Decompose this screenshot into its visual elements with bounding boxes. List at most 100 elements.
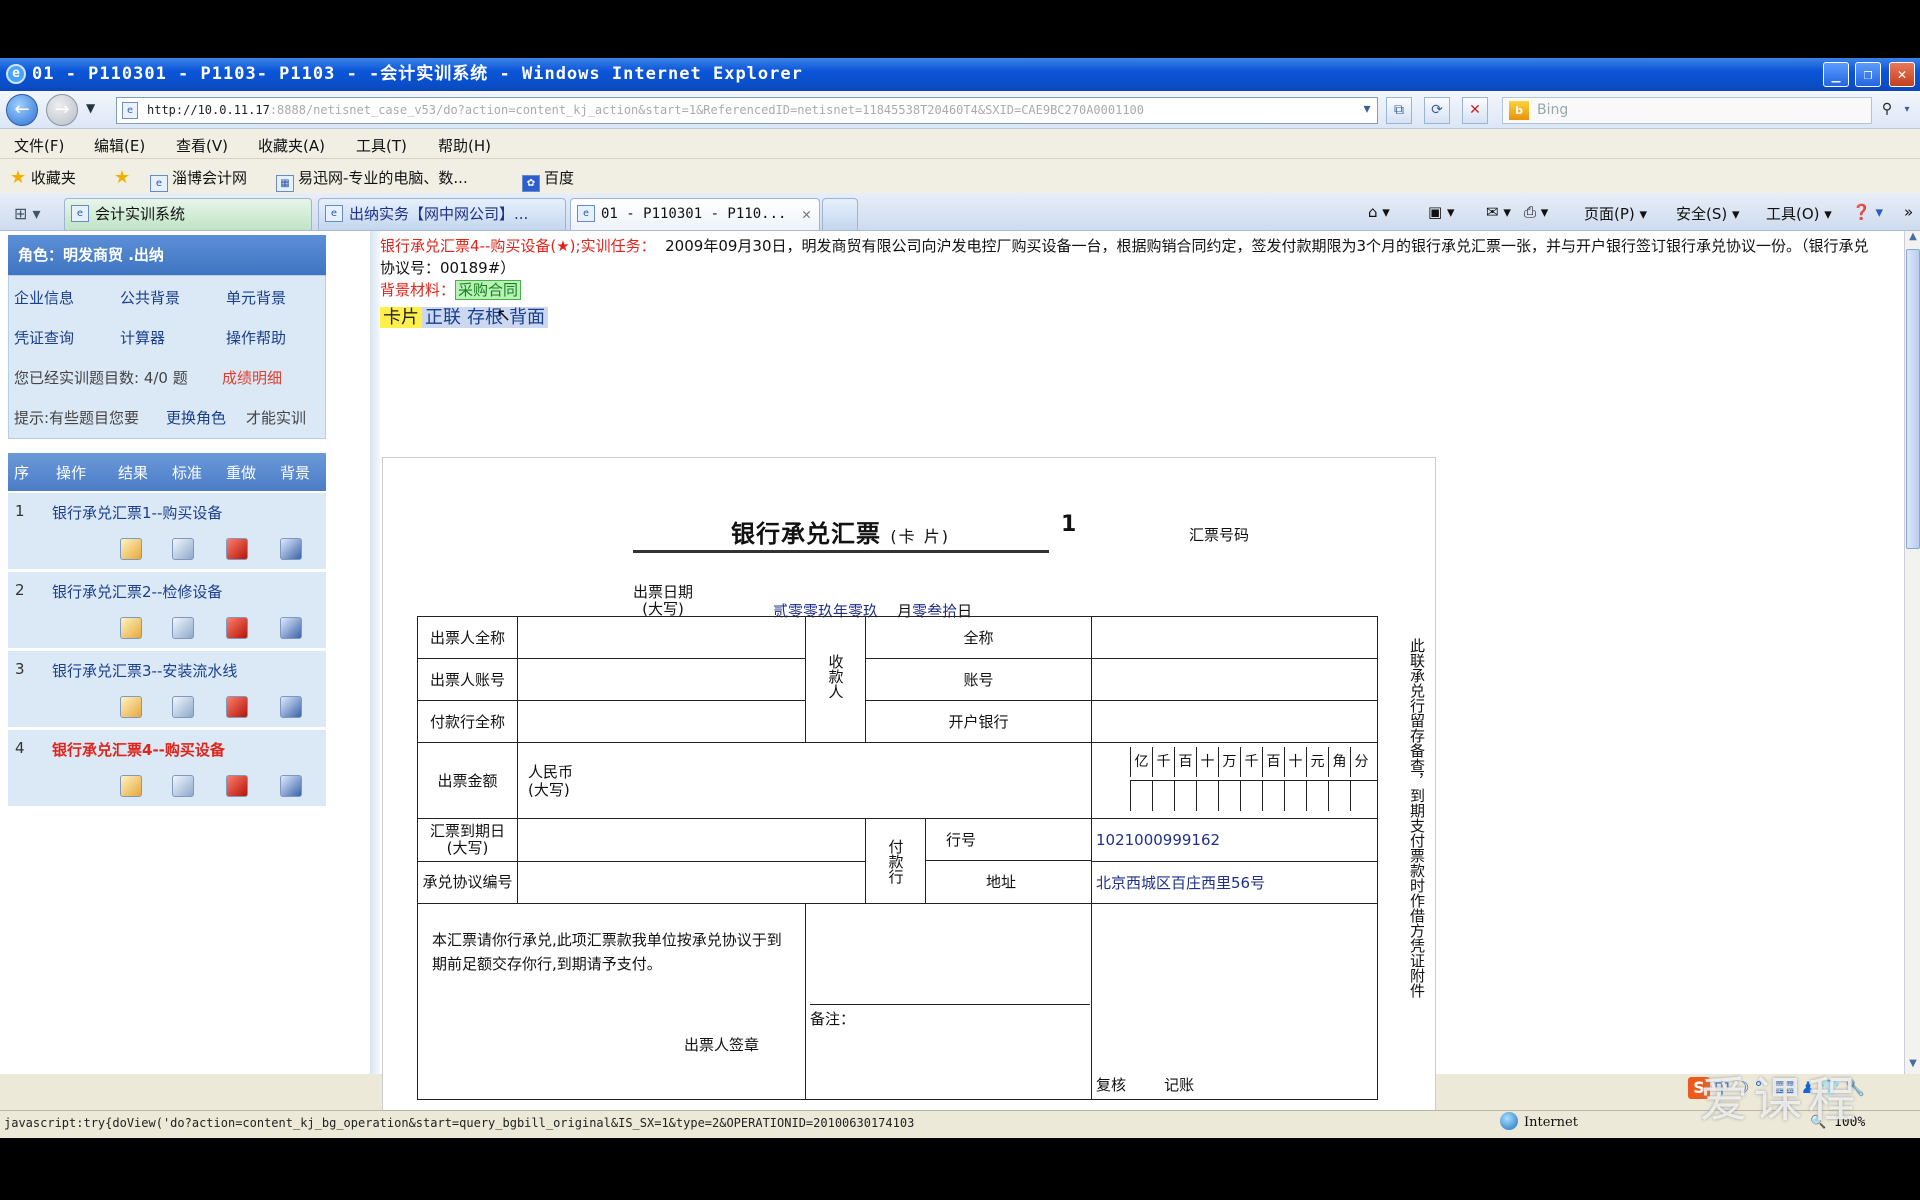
- address-field[interactable]: e http://10.0.11.17:8888/netisnet_case_v…: [116, 97, 1378, 124]
- zone-indicator: Internet: [1500, 1111, 1578, 1135]
- print-icon[interactable]: ⎙ ▾: [1524, 203, 1548, 221]
- due-date-field[interactable]: [517, 818, 866, 862]
- task-name[interactable]: 银行承兑汇票3--安装流水线: [52, 660, 237, 681]
- rmb-label: 人民币: [528, 762, 574, 781]
- link-help[interactable]: 操作帮助: [226, 327, 286, 348]
- history-dropdown-icon[interactable]: ▼: [86, 101, 95, 115]
- redo-icon[interactable]: [226, 538, 248, 560]
- address-value[interactable]: 北京西城区百庄西里56号: [1091, 860, 1378, 904]
- tab-current[interactable]: e 01 - P110301 - P110... ✕: [570, 198, 820, 230]
- link-company-info[interactable]: 企业信息: [14, 287, 74, 308]
- tab-cashier[interactable]: e 出纳实务【网中网公司】...: [318, 198, 566, 230]
- contract-link[interactable]: 采购合同: [455, 280, 522, 300]
- task-name[interactable]: 银行承兑汇票1--购买设备: [52, 502, 222, 523]
- standard-icon[interactable]: [172, 617, 194, 639]
- result-icon[interactable]: [120, 617, 142, 639]
- quick-tabs-icon[interactable]: ⊞ ▾: [14, 204, 41, 223]
- link-calculator[interactable]: 计算器: [120, 327, 165, 348]
- tools-menu[interactable]: 工具(O) ▾: [1766, 203, 1832, 224]
- menu-favorites[interactable]: 收藏夹(A): [258, 135, 325, 156]
- panel-splitter[interactable]: [370, 231, 380, 1074]
- drawer-name-field[interactable]: [517, 616, 806, 659]
- amount-digits[interactable]: 亿千百十万千百十元角分: [1091, 742, 1378, 819]
- task-row[interactable]: 2 银行承兑汇票2--检修设备: [8, 572, 326, 650]
- forward-button[interactable]: →: [46, 94, 78, 126]
- new-tab-button[interactable]: [822, 198, 858, 230]
- result-icon[interactable]: [120, 538, 142, 560]
- add-favorite-icon[interactable]: ★: [114, 167, 130, 188]
- standard-icon[interactable]: [172, 775, 194, 797]
- chevron-right-icon[interactable]: »: [1904, 203, 1913, 221]
- feeds-icon[interactable]: ▣ ▾: [1428, 203, 1454, 221]
- task-row[interactable]: 1 银行承兑汇票1--购买设备: [8, 493, 326, 571]
- page-menu[interactable]: 页面(P) ▾: [1584, 203, 1647, 224]
- home-icon[interactable]: ⌂ ▾: [1368, 203, 1390, 221]
- payer-bank-name-field[interactable]: [517, 700, 806, 743]
- standard-icon[interactable]: [172, 538, 194, 560]
- task-row-current[interactable]: 4 银行承兑汇票4--购买设备: [8, 730, 326, 808]
- vertical-scrollbar[interactable]: ▲ ▼: [1904, 231, 1920, 1074]
- redo-icon[interactable]: [226, 775, 248, 797]
- agreement-no-field[interactable]: [517, 860, 866, 904]
- favorites-button[interactable]: ★ 收藏夹: [10, 167, 76, 188]
- bing-icon: b: [1509, 101, 1529, 120]
- menu-view[interactable]: 查看(V): [176, 135, 228, 156]
- task-row[interactable]: 3 银行承兑汇票3--安装流水线: [8, 651, 326, 729]
- payee-full-name-field[interactable]: [1091, 616, 1378, 659]
- menu-help[interactable]: 帮助(H): [438, 135, 491, 156]
- favorite-link-0[interactable]: e 淄博会计网: [150, 167, 247, 192]
- back-button[interactable]: ←: [6, 94, 38, 126]
- search-options-icon[interactable]: ▾: [1894, 97, 1920, 124]
- result-icon[interactable]: [120, 696, 142, 718]
- redo-icon[interactable]: [226, 617, 248, 639]
- drawer-account-field[interactable]: [517, 658, 806, 701]
- bank-no-value[interactable]: 1021000999162: [1091, 818, 1378, 862]
- background-icon[interactable]: [280, 617, 302, 639]
- menu-edit[interactable]: 编辑(E): [94, 135, 145, 156]
- compat-view-icon[interactable]: ⧉: [1386, 97, 1412, 124]
- favorite-link-2[interactable]: ✿ 百度: [522, 167, 574, 192]
- redo-icon[interactable]: [226, 696, 248, 718]
- score-link[interactable]: 成绩明细: [222, 367, 282, 388]
- minimize-button[interactable]: _: [1823, 62, 1849, 87]
- tab-close-icon[interactable]: ✕: [802, 199, 811, 229]
- safety-menu[interactable]: 安全(S) ▾: [1676, 203, 1740, 224]
- tab-accounting-system[interactable]: e 会计实训系统: [64, 198, 312, 230]
- link-public-bg[interactable]: 公共背景: [120, 287, 180, 308]
- favorite-link-1[interactable]: ▦ 易迅网-专业的电脑、数...: [276, 167, 468, 192]
- task-name[interactable]: 银行承兑汇票4--购买设备: [52, 739, 225, 760]
- tab-front[interactable]: 正联: [422, 307, 464, 328]
- scroll-up-icon[interactable]: ▲: [1906, 231, 1920, 247]
- maximize-button[interactable]: ❐: [1855, 62, 1881, 87]
- link-unit-bg[interactable]: 单元背景: [226, 287, 286, 308]
- page-icon: e: [150, 175, 168, 192]
- address-dropdown-icon[interactable]: ▾: [1354, 97, 1380, 124]
- rmb-sub-label: (大写): [528, 780, 570, 799]
- task-name[interactable]: 银行承兑汇票2--检修设备: [52, 581, 222, 602]
- change-role-link[interactable]: 更换角色: [166, 407, 226, 428]
- tab-back[interactable]: 背面: [506, 307, 548, 328]
- menu-file[interactable]: 文件(F): [14, 135, 64, 156]
- menu-tools[interactable]: 工具(T): [356, 135, 407, 156]
- tab-card[interactable]: 卡片: [380, 307, 422, 328]
- link-voucher-query[interactable]: 凭证查询: [14, 327, 74, 348]
- stop-icon[interactable]: ✕: [1462, 97, 1488, 124]
- help-icon[interactable]: ❓ ▾: [1852, 203, 1883, 221]
- refresh-icon[interactable]: ⟳: [1424, 97, 1450, 124]
- search-input[interactable]: b Bing: [1502, 97, 1872, 124]
- open-bank-field[interactable]: [1091, 700, 1378, 743]
- digit-label: 千: [1240, 746, 1262, 777]
- scroll-thumb[interactable]: [1906, 249, 1920, 549]
- result-icon[interactable]: [120, 775, 142, 797]
- digit-cells[interactable]: [1130, 780, 1377, 815]
- scroll-down-icon[interactable]: ▼: [1906, 1058, 1920, 1074]
- payee-account-field[interactable]: [1091, 658, 1378, 701]
- remark-cell: 备注：: [805, 903, 1092, 1100]
- standard-icon[interactable]: [172, 696, 194, 718]
- amount-words-field[interactable]: 人民币 (大写): [517, 742, 1092, 819]
- background-icon[interactable]: [280, 775, 302, 797]
- close-button[interactable]: ✕: [1889, 62, 1915, 87]
- background-icon[interactable]: [280, 696, 302, 718]
- mail-icon[interactable]: ✉ ▾: [1486, 203, 1511, 221]
- background-icon[interactable]: [280, 538, 302, 560]
